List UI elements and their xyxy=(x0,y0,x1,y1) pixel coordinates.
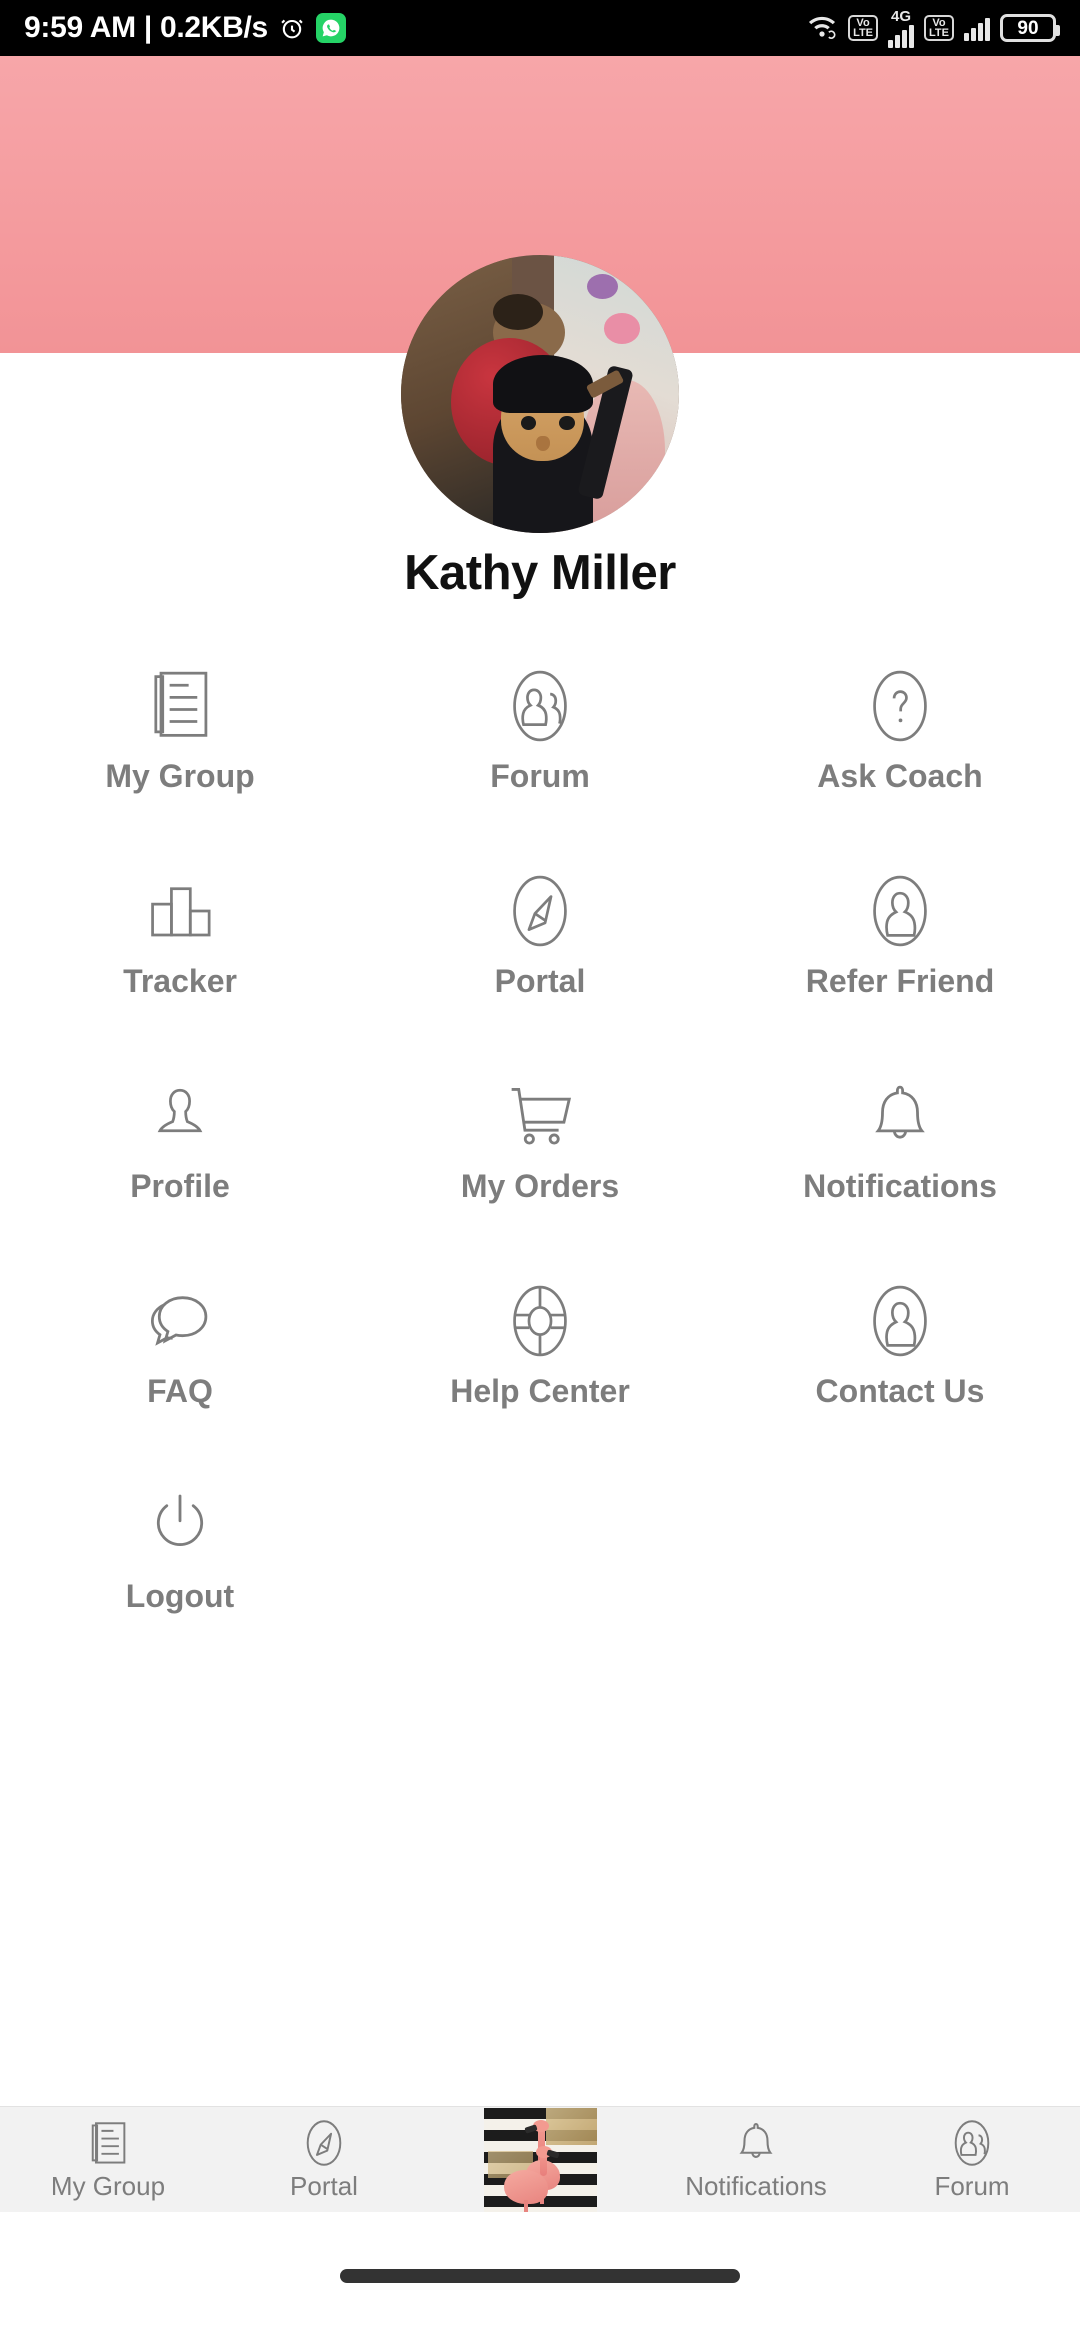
menu-item-my-orders[interactable]: My Orders xyxy=(360,1070,720,1225)
status-clock-and-network-speed: 9:59 AM | 0.2KB/s xyxy=(24,11,268,44)
menu-label: FAQ xyxy=(147,1373,213,1409)
menu-label: Ask Coach xyxy=(817,758,983,794)
bell-icon xyxy=(733,2118,779,2168)
question-mark-circle-icon xyxy=(862,660,938,752)
status-bar-right: VoLTEVoLTE 4G VoLTEVoLTE 90 xyxy=(806,9,1060,48)
chat-bubbles-icon xyxy=(142,1275,218,1367)
network-signal-sim1: 4G xyxy=(888,9,915,48)
bottom-nav-label: Portal xyxy=(290,2170,358,2201)
bottom-nav-label: Notifications xyxy=(685,2170,827,2201)
flamingo-logo-icon xyxy=(483,2107,597,2212)
whatsapp-icon xyxy=(315,13,346,43)
menu-item-notifications[interactable]: Notifications xyxy=(720,1070,1080,1225)
menu-label: Forum xyxy=(490,758,590,794)
menu-item-forum[interactable]: Forum xyxy=(360,660,720,815)
menu-label: Refer Friend xyxy=(805,963,995,999)
compass-icon xyxy=(300,2118,348,2168)
document-list-icon xyxy=(144,660,216,752)
compass-icon xyxy=(502,865,578,957)
menu-label: Tracker xyxy=(123,963,237,999)
status-bar-left: 9:59 AM | 0.2KB/s xyxy=(24,11,346,45)
two-people-circle-icon xyxy=(502,660,578,752)
power-icon xyxy=(144,1480,216,1572)
profile-name: Kathy Miller xyxy=(404,546,676,600)
person-icon xyxy=(144,1070,216,1162)
phone-screen: 9:59 AM | 0.2KB/s Vo LTE 4G Vo LTE 90 Ka… xyxy=(0,0,1080,2340)
two-people-circle-icon xyxy=(948,2118,996,2168)
menu-label: Logout xyxy=(125,1578,235,1614)
menu-item-logout[interactable]: Logout xyxy=(0,1480,360,1635)
person-circle-icon xyxy=(862,865,938,957)
menu-item-profile[interactable]: Profile xyxy=(0,1070,360,1225)
bottom-nav-portal[interactable]: Portal xyxy=(216,2107,432,2212)
bottom-navigation-bar: My Group Portal Notifications Forum xyxy=(0,2106,1080,2212)
menu-label: My Orders xyxy=(460,1168,620,1204)
volte-badge-sim2: VoLTEVoLTE xyxy=(924,15,954,41)
volte-badge-sim1: VoLTEVoLTE xyxy=(848,15,879,41)
menu-label: Profile xyxy=(130,1168,230,1204)
menu-grid: My Group Forum Ask Coach Tracker Portal … xyxy=(0,660,1080,1635)
bell-icon xyxy=(865,1070,935,1162)
menu-item-my-group[interactable]: My Group xyxy=(0,660,360,815)
alarm-clock-icon xyxy=(278,14,306,42)
bottom-nav-forum[interactable]: Forum xyxy=(864,2107,1080,2212)
menu-item-ask-coach[interactable]: Ask Coach xyxy=(720,660,1080,815)
bar-chart-icon xyxy=(144,865,216,957)
wifi-icon xyxy=(806,13,838,44)
menu-label: My Group xyxy=(105,758,255,794)
menu-item-tracker[interactable]: Tracker xyxy=(0,865,360,1020)
home-gesture-bar[interactable] xyxy=(340,2269,740,2283)
document-list-icon xyxy=(85,2118,131,2168)
menu-item-help-center[interactable]: Help Center xyxy=(360,1275,720,1430)
menu-label: Notifications xyxy=(803,1168,997,1204)
life-ring-icon xyxy=(502,1275,578,1367)
avatar[interactable] xyxy=(401,255,679,533)
bottom-nav-notifications[interactable]: Notifications xyxy=(648,2107,864,2212)
menu-item-refer-friend[interactable]: Refer Friend xyxy=(720,865,1080,1020)
menu-label: Contact Us xyxy=(815,1373,985,1409)
avatar-photo xyxy=(401,255,679,533)
bottom-nav-label: My Group xyxy=(50,2170,166,2201)
menu-label: Portal xyxy=(494,963,586,999)
signal-bars-sim1 xyxy=(888,22,915,48)
bottom-nav-label: Forum xyxy=(934,2170,1010,2201)
person-circle-icon xyxy=(862,1275,938,1367)
system-gesture-area xyxy=(0,2212,1080,2340)
status-bar: 9:59 AM | 0.2KB/s Vo LTE 4G Vo LTE 90 xyxy=(0,0,1080,56)
menu-item-contact-us[interactable]: Contact Us xyxy=(720,1275,1080,1430)
bottom-nav-home-logo[interactable] xyxy=(432,2107,648,2212)
menu-item-faq[interactable]: FAQ xyxy=(0,1275,360,1430)
battery-indicator: 90 xyxy=(1000,14,1060,42)
battery-percent: 90 xyxy=(1017,17,1039,39)
shopping-cart-icon xyxy=(501,1070,579,1162)
menu-label: Help Center xyxy=(450,1373,630,1409)
menu-item-portal[interactable]: Portal xyxy=(360,865,720,1020)
signal-bars-sim2 xyxy=(964,15,990,41)
bottom-nav-my-group[interactable]: My Group xyxy=(0,2107,216,2212)
